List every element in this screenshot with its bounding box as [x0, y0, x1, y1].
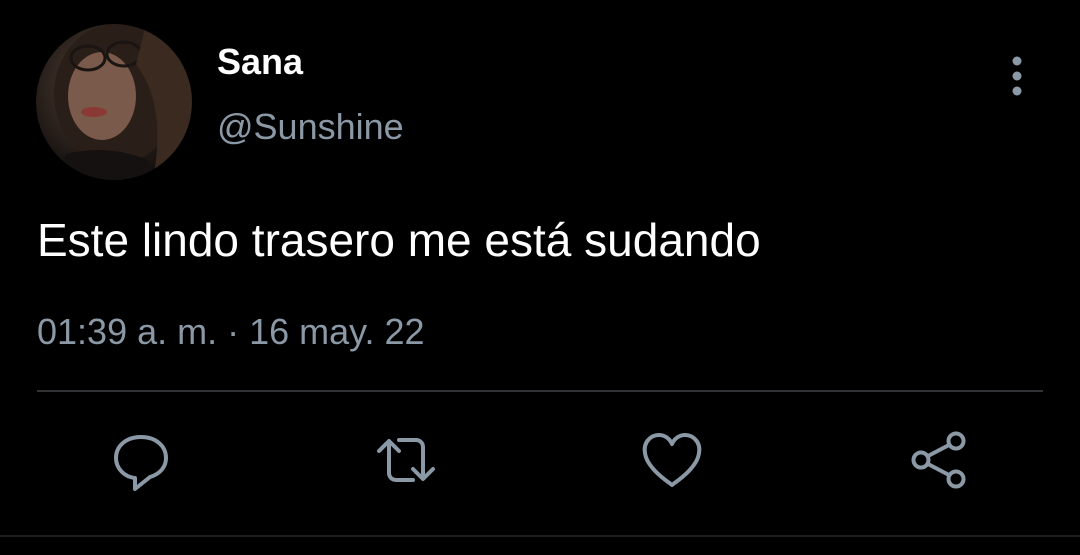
- tweet-text: Este lindo trasero me está sudando: [37, 214, 761, 266]
- reply-button[interactable]: [106, 425, 176, 495]
- reply-icon: [114, 435, 168, 491]
- display-name[interactable]: Sana: [217, 40, 303, 84]
- avatar[interactable]: [36, 24, 192, 180]
- avatar-photo: [54, 24, 192, 180]
- share-icon: [911, 431, 966, 489]
- more-options-button[interactable]: [1000, 52, 1034, 100]
- tweet-date[interactable]: 16 may. 22: [249, 311, 424, 352]
- tweet-time[interactable]: 01:39 a. m.: [37, 311, 217, 352]
- more-vertical-icon: [1012, 56, 1022, 96]
- action-bar: [0, 425, 1080, 505]
- like-button[interactable]: [637, 425, 707, 495]
- bottom-divider: [0, 535, 1080, 537]
- divider: [37, 390, 1043, 392]
- retweet-icon: [377, 438, 435, 482]
- user-handle[interactable]: @Sunshine: [217, 105, 404, 149]
- retweet-button[interactable]: [371, 425, 441, 495]
- tweet-card: Sana @Sunshine Este lindo trasero me est…: [0, 0, 1080, 555]
- heart-icon: [642, 433, 702, 487]
- share-button[interactable]: [904, 425, 974, 495]
- tweet-meta: 01:39 a. m. · 16 may. 22: [37, 310, 425, 354]
- meta-separator: ·: [227, 311, 250, 352]
